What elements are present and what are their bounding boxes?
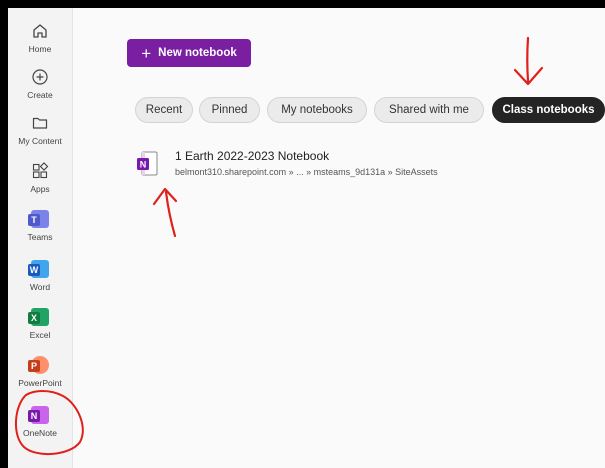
apps-icon (29, 160, 51, 182)
filter-pill-my-notebooks[interactable]: My notebooks (267, 97, 367, 123)
folder-icon (29, 112, 51, 134)
filter-pill-pinned[interactable]: Pinned (199, 97, 260, 123)
rail-item-word[interactable]: W Word (8, 258, 72, 302)
filter-pill-label: Pinned (211, 104, 248, 116)
rail-label-home: Home (28, 44, 52, 54)
rail-label-powerpoint: PowerPoint (18, 378, 62, 388)
rail-label-excel: Excel (29, 330, 51, 340)
excel-icon: X (28, 306, 51, 328)
rail-item-onenote[interactable]: N OneNote (8, 404, 72, 448)
plus-icon: + (141, 43, 152, 63)
onenote-notebook-icon: N (137, 151, 158, 176)
svg-text:N: N (140, 160, 147, 170)
filter-pill-class-notebooks[interactable]: Class notebooks (492, 97, 605, 123)
powerpoint-icon: P (28, 354, 51, 376)
rail-item-create[interactable]: Create (8, 66, 72, 110)
new-notebook-button[interactable]: + New notebook (127, 39, 251, 67)
rail-item-excel[interactable]: X Excel (8, 306, 72, 350)
onenote-icon: N (28, 404, 51, 426)
filter-pill-recent[interactable]: Recent (135, 97, 193, 123)
app-window: Home Create My Content Apps T Teams W Wo… (8, 8, 605, 468)
rail-item-home[interactable]: Home (8, 20, 72, 64)
rail-label-create: Create (27, 90, 53, 100)
word-icon: W (28, 258, 51, 280)
rail-item-powerpoint[interactable]: P PowerPoint (8, 354, 72, 398)
filter-pill-label: Recent (145, 104, 183, 116)
rail-item-my-content[interactable]: My Content (8, 112, 72, 156)
filter-pill-label: Class notebooks (502, 104, 595, 116)
rail-label-apps: Apps (30, 184, 50, 194)
annotation-arrow-down (513, 36, 544, 86)
annotation-arrow-up (152, 187, 178, 238)
plus-circle-icon (29, 66, 51, 88)
rail-label-onenote: OneNote (22, 428, 58, 438)
filter-pill-label: My notebooks (281, 104, 353, 116)
home-icon (29, 20, 51, 42)
rail-label-word: Word (29, 282, 51, 292)
new-notebook-label: New notebook (158, 47, 237, 59)
notebook-list-item[interactable]: N 1 Earth 2022-2023 Notebook belmont310.… (132, 146, 512, 184)
annotation-overlay (15, 36, 544, 456)
rail-label-teams: Teams (27, 232, 53, 242)
filter-pill-label: Shared with me (389, 104, 469, 116)
filter-pill-shared-with-me[interactable]: Shared with me (374, 97, 484, 123)
rail-label-my-content: My Content (18, 136, 62, 146)
rail-item-teams[interactable]: T Teams (8, 208, 72, 252)
rail-item-apps[interactable]: Apps (8, 160, 72, 204)
notebook-title: 1 Earth 2022-2023 Notebook (175, 149, 330, 163)
teams-icon: T (28, 208, 51, 230)
app-rail: Home Create My Content Apps T Teams W Wo… (8, 8, 73, 468)
notebook-path: belmont310.sharepoint.com » ... » msteam… (175, 167, 438, 177)
